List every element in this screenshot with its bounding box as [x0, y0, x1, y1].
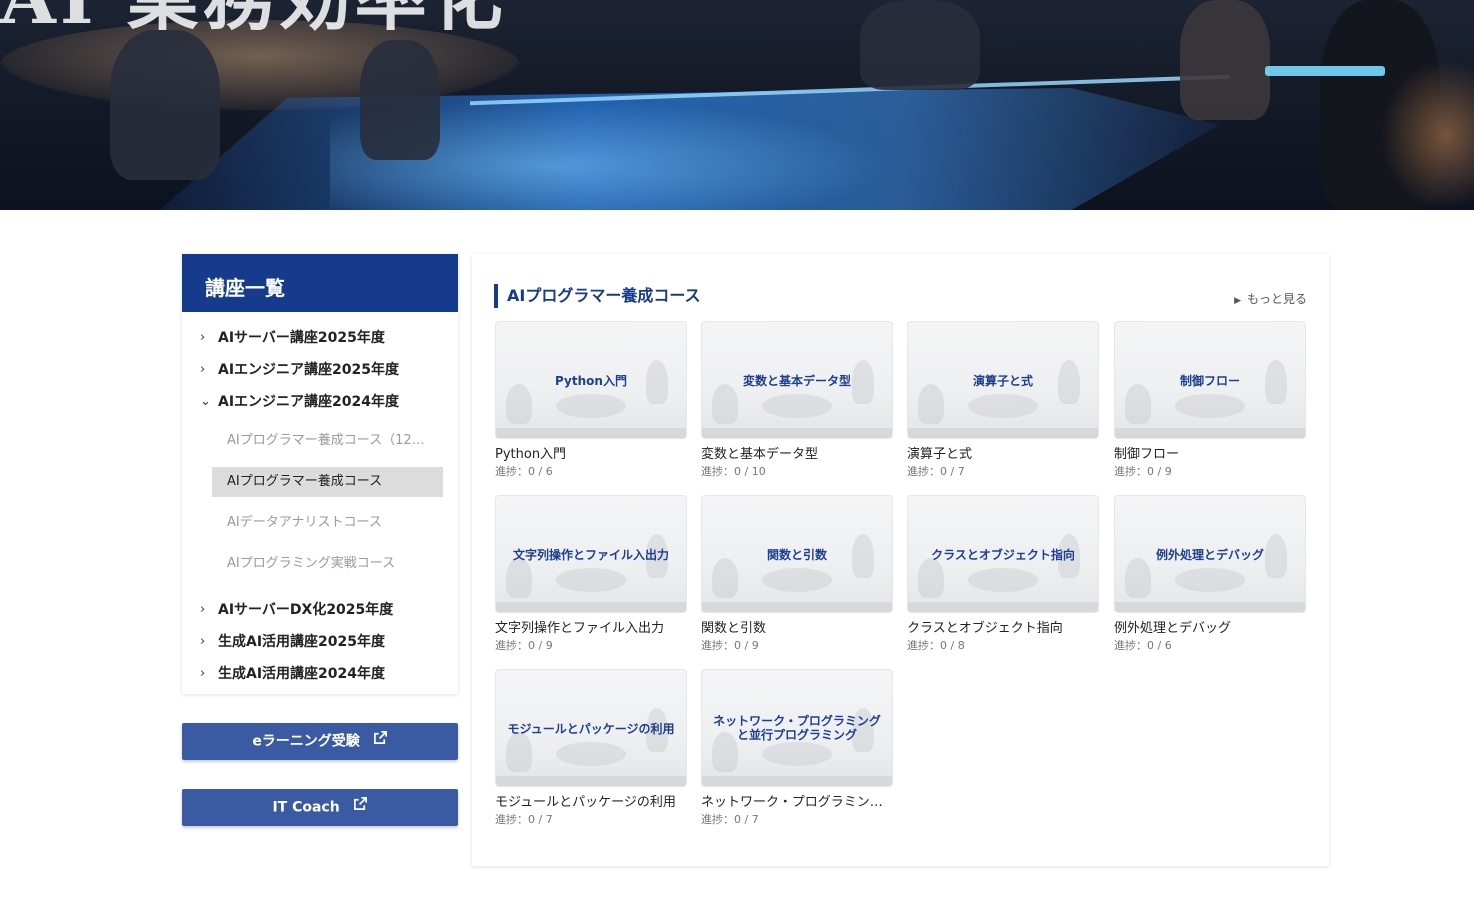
hero-person-figure	[1180, 0, 1270, 120]
sidebar-subitem-programmer-active[interactable]: AIプログラマー養成コース	[212, 467, 443, 497]
course-card[interactable]: 文字列操作とファイル入出力 文字列操作とファイル入出力 進捗：0 / 9	[495, 495, 687, 655]
course-progress: 進捗：0 / 7	[701, 813, 759, 826]
thumbnail-label: 演算子と式	[972, 374, 1033, 388]
sidebar-item-ai-engineer-2024[interactable]: ⌄ AIエンジニア講座2024年度	[182, 386, 458, 418]
sidebar-title: 講座一覧	[182, 254, 458, 312]
course-progress: 進捗：0 / 7	[495, 813, 553, 826]
course-thumbnail: 変数と基本データ型	[701, 321, 893, 439]
course-card[interactable]: モジュールとパッケージの利用 モジュールとパッケージの利用 進捗：0 / 7	[495, 669, 687, 829]
thumbnail-label: 例外処理とデバッグ	[1155, 548, 1264, 562]
course-card[interactable]: クラスとオブジェクト指向 クラスとオブジェクト指向 進捗：0 / 8	[907, 495, 1099, 655]
hero-warm-light	[1380, 60, 1474, 210]
thumbnail-label: 文字列操作とファイル入出力	[512, 548, 669, 562]
sidebar-subitem-programming-practice[interactable]: AIプログラミング実戦コース	[182, 545, 458, 586]
course-progress: 進捗：0 / 6	[495, 465, 553, 478]
course-title: 変数と基本データ型	[701, 447, 819, 462]
thumbnail-label: モジュールとパッケージの利用	[507, 722, 675, 736]
course-thumbnail: クラスとオブジェクト指向	[907, 495, 1099, 613]
sidebar-item-label: AIサーバーDX化2025年度	[218, 602, 394, 618]
chevron-right-icon: ›	[200, 602, 206, 617]
sidebar-item-ai-server-dx-2025[interactable]: › AIサーバーDX化2025年度	[182, 594, 458, 626]
course-thumbnail: 例外処理とデバッグ	[1114, 495, 1306, 613]
course-thumbnail: 文字列操作とファイル入出力	[495, 495, 687, 613]
sidebar-subtree: AIプログラマー養成コース（12… AIプログラマー養成コース AIデータアナリ…	[182, 418, 458, 594]
elearning-button-label: eラーニング受験	[252, 733, 360, 750]
course-card[interactable]: 変数と基本データ型 変数と基本データ型 進捗：0 / 10	[701, 321, 893, 481]
course-progress: 進捗：0 / 7	[907, 465, 965, 478]
course-title: クラスとオブジェクト指向	[907, 621, 1063, 636]
chevron-right-icon: ›	[200, 362, 206, 377]
course-title: 演算子と式	[907, 447, 973, 462]
sidebar-item-label: AIエンジニア講座2025年度	[218, 362, 400, 378]
course-title: 例外処理とデバッグ	[1114, 621, 1232, 636]
hero-person-figure	[860, 0, 980, 90]
course-title: 文字列操作とファイル入出力	[495, 621, 665, 636]
course-tree: › AIサーバー講座2025年度 › AIエンジニア講座2025年度 ⌄ AIエ…	[182, 312, 458, 690]
thumbnail-label: 関数と引数	[766, 548, 827, 562]
thumbnail-label: クラスとオブジェクト指向	[931, 548, 1075, 562]
course-title: 制御フロー	[1114, 447, 1180, 462]
course-title: モジュールとパッケージの利用	[495, 795, 676, 810]
course-thumbnail: 制御フロー	[1114, 321, 1306, 439]
course-progress: 進捗：0 / 8	[907, 639, 965, 652]
course-progress: 進捗：0 / 9	[1114, 465, 1172, 478]
sidebar-subitem-programmer-12[interactable]: AIプログラマー養成コース（12…	[182, 422, 458, 463]
sidebar-subitem-data-analyst[interactable]: AIデータアナリストコース	[182, 504, 458, 545]
sidebar-item-ai-server-2025[interactable]: › AIサーバー講座2025年度	[182, 322, 458, 354]
course-sidebar: 講座一覧 › AIサーバー講座2025年度 › AIエンジニア講座2025年度 …	[182, 254, 458, 694]
chevron-right-icon: ›	[200, 634, 206, 649]
thumbnail-label: 変数と基本データ型	[742, 374, 851, 388]
course-thumbnail: ネットワーク・プログラミング と並行プログラミング	[701, 669, 893, 787]
hero-person-figure	[360, 40, 440, 160]
itcoach-button-label: IT Coach	[272, 799, 340, 816]
caret-right-icon: ▶	[1234, 296, 1241, 306]
sidebar-subtree-container: AIプログラマー養成コース（12… AIプログラマー養成コース AIデータアナリ…	[182, 418, 458, 594]
course-progress: 進捗：0 / 9	[701, 639, 759, 652]
hero-title: AI 業務効率化	[0, 0, 507, 34]
itcoach-button[interactable]: IT Coach	[182, 789, 458, 826]
course-thumbnail: 関数と引数	[701, 495, 893, 613]
hero-banner: AI 業務効率化	[0, 0, 1474, 210]
sidebar-item-genai-2025[interactable]: › 生成AI活用講座2025年度	[182, 626, 458, 658]
hero-light-bar	[1265, 66, 1385, 76]
course-title: ネットワーク・プログラミン…	[701, 795, 883, 810]
course-title: Python入門	[495, 447, 567, 462]
course-panel: AIプログラマー養成コース ▶ もっと見る Python入門 Python入門 進…	[472, 254, 1329, 866]
sidebar-item-label: AIサーバー講座2025年度	[218, 330, 385, 346]
course-thumbnail: Python入門	[495, 321, 687, 439]
chevron-right-icon: ›	[200, 330, 206, 345]
course-card[interactable]: Python入門 Python入門 進捗：0 / 6	[495, 321, 687, 481]
external-link-icon	[373, 723, 388, 760]
sidebar-item-genai-2024[interactable]: › 生成AI活用講座2024年度	[182, 658, 458, 690]
chevron-right-icon: ›	[200, 666, 206, 681]
course-progress: 進捗：0 / 6	[1114, 639, 1172, 652]
thumbnail-label: ネットワーク・プログラミング と並行プログラミング	[713, 714, 881, 742]
course-thumbnail: 演算子と式	[907, 321, 1099, 439]
thumbnail-label: 制御フロー	[1179, 374, 1240, 388]
course-title: 関数と引数	[701, 621, 767, 636]
course-card[interactable]: 演算子と式 演算子と式 進捗：0 / 7	[907, 321, 1099, 481]
course-card[interactable]: 例外処理とデバッグ 例外処理とデバッグ 進捗：0 / 6	[1114, 495, 1306, 655]
course-card[interactable]: 制御フロー 制御フロー 進捗：0 / 9	[1114, 321, 1306, 481]
thumbnail-label: Python入門	[555, 374, 627, 388]
course-progress: 進捗：0 / 10	[701, 465, 766, 478]
sidebar-item-label: 生成AI活用講座2025年度	[218, 634, 386, 650]
chevron-down-icon: ⌄	[200, 394, 211, 409]
course-thumbnail: モジュールとパッケージの利用	[495, 669, 687, 787]
sidebar-item-ai-engineer-2025[interactable]: › AIエンジニア講座2025年度	[182, 354, 458, 386]
more-link-label: もっと見る	[1246, 292, 1307, 306]
course-card[interactable]: 関数と引数 関数と引数 進捗：0 / 9	[701, 495, 893, 655]
hero-person-figure	[110, 30, 220, 180]
external-link-icon	[353, 789, 368, 826]
panel-title: AIプログラマー養成コース	[494, 284, 701, 308]
course-card[interactable]: ネットワーク・プログラミング と並行プログラミング ネットワーク・プログラミン……	[701, 669, 893, 829]
sidebar-item-label: AIエンジニア講座2024年度	[218, 394, 400, 410]
course-progress: 進捗：0 / 9	[495, 639, 553, 652]
sidebar-item-label: 生成AI活用講座2024年度	[218, 666, 386, 682]
elearning-button[interactable]: eラーニング受験	[182, 723, 458, 760]
more-link[interactable]: ▶ もっと見る	[1234, 290, 1307, 307]
